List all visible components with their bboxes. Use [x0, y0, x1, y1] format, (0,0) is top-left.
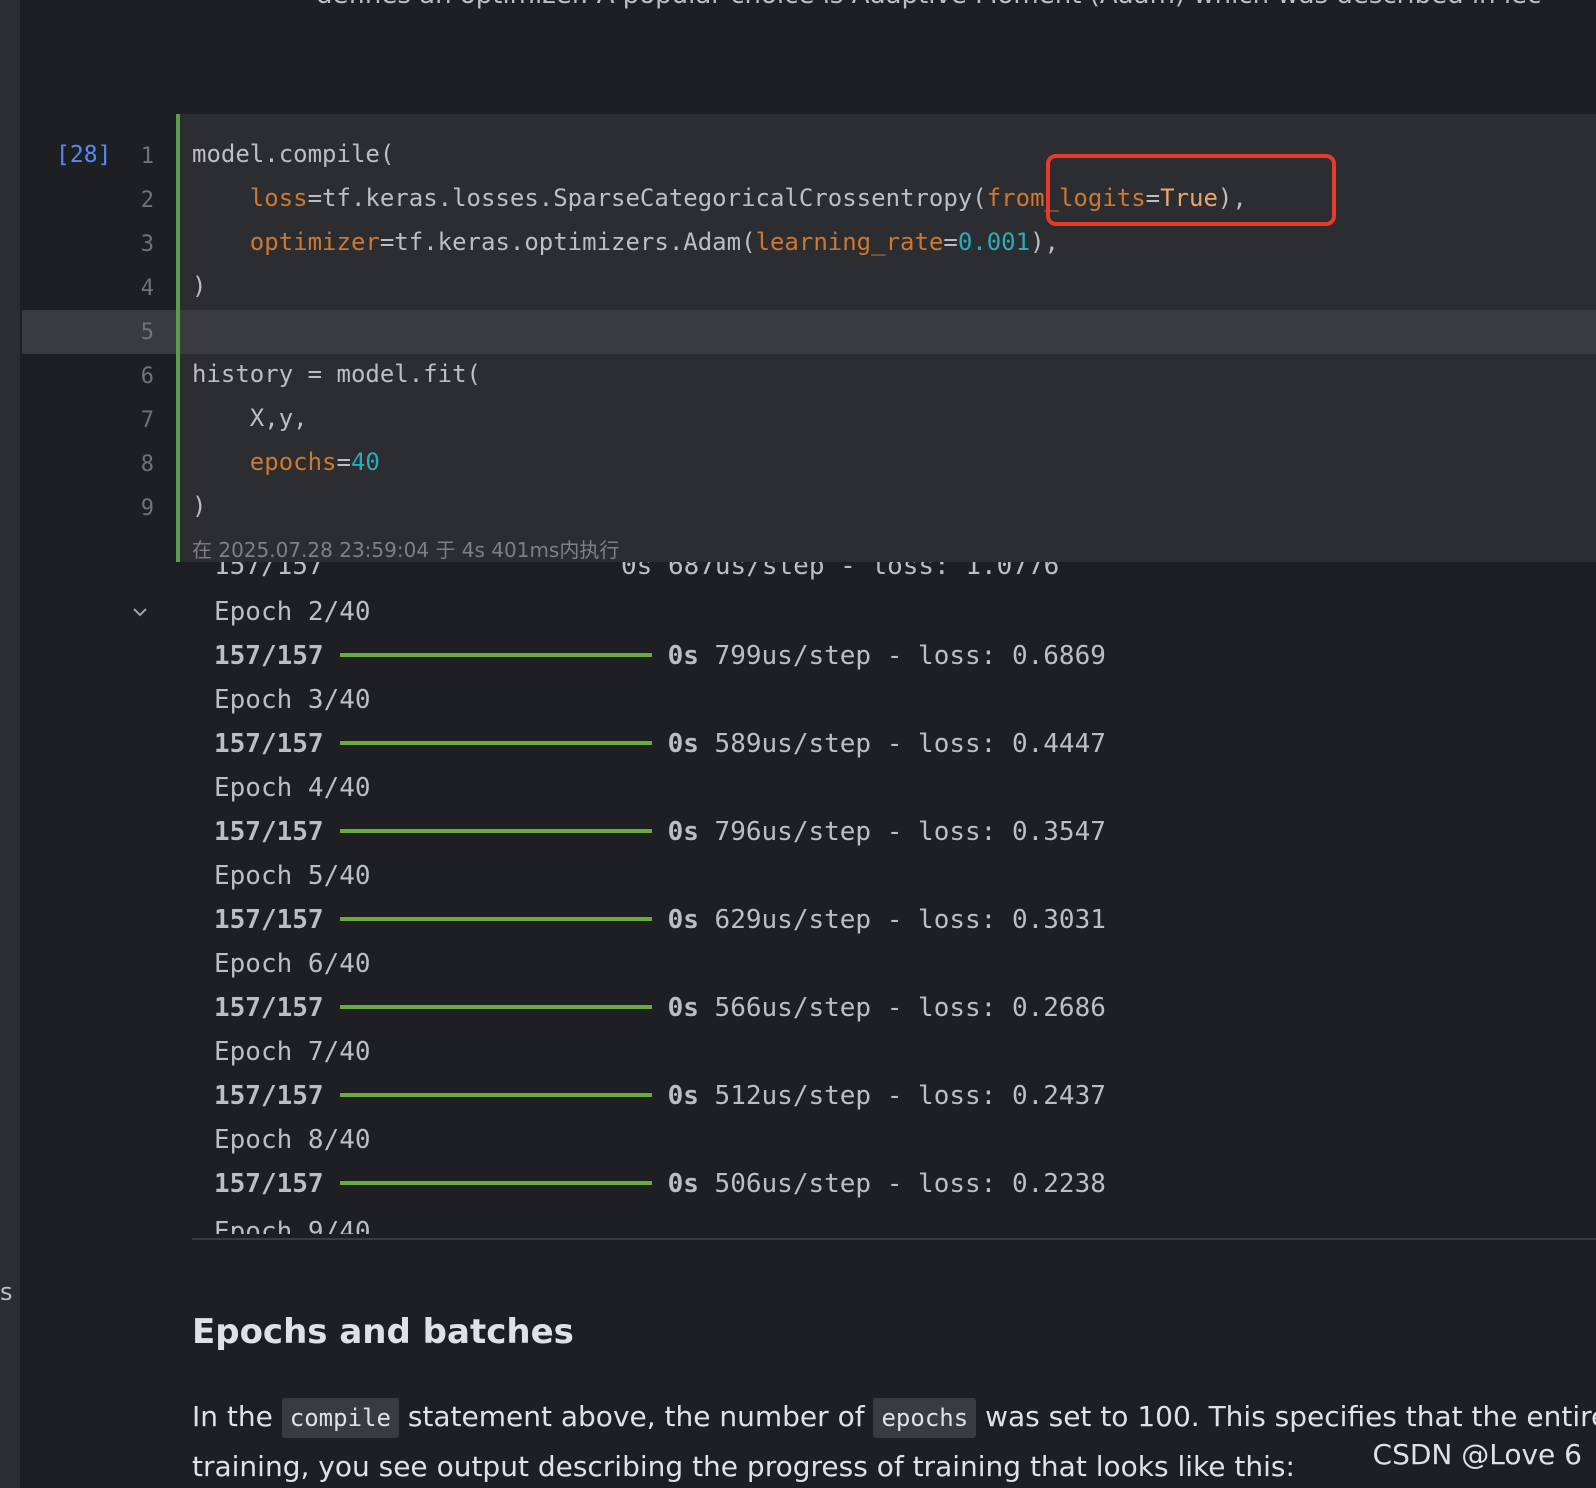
progress-line: 157/157 0s 589us/step - loss: 0.4447 [214, 729, 1106, 759]
progress-bar [339, 1180, 652, 1185]
inline-code: epochs [873, 1398, 977, 1438]
progress-line: 157/157 0s 566us/step - loss: 0.2686 [214, 993, 1106, 1023]
epoch-label: Epoch 7/40 [214, 1037, 371, 1067]
output-line-partial: 157/157 0s 687us/step - loss: 1.0776 [214, 562, 1060, 581]
output-separator [192, 1238, 1596, 1240]
line-number: 1 [140, 144, 154, 169]
code-line[interactable]: model.compile( [192, 140, 394, 168]
current-line-highlight-inner [180, 310, 1596, 354]
execution-count: [28] [56, 142, 112, 168]
code-line[interactable]: ) [192, 272, 206, 300]
line-number: 5 [140, 320, 154, 345]
inline-code: compile [281, 1398, 399, 1438]
progress-line: 157/157 0s 506us/step - loss: 0.2238 [214, 1169, 1106, 1199]
progress-bar [339, 652, 652, 657]
watermark: CSDN @Love 6 [1366, 1438, 1582, 1471]
progress-line: 157/157 0s 629us/step - loss: 0.3031 [214, 905, 1106, 935]
line-number: 6 [140, 364, 154, 389]
code-line[interactable]: optimizer=tf.keras.optimizers.Adam(learn… [192, 228, 1059, 256]
chevron-down-icon[interactable] [130, 602, 150, 622]
epoch-label: Epoch 6/40 [214, 949, 371, 979]
progress-bar [339, 1004, 652, 1009]
epoch-label: Epoch 4/40 [214, 773, 371, 803]
output-line-partial: Epoch 9/40 [214, 1217, 371, 1234]
epoch-label: Epoch 5/40 [214, 861, 371, 891]
epoch-label: Epoch 3/40 [214, 685, 371, 715]
line-number: 2 [140, 188, 154, 213]
code-line[interactable]: X,y, [192, 404, 308, 432]
markdown-paragraph: training, you see output describing the … [192, 1450, 1295, 1483]
code-line[interactable]: history = model.fit( [192, 360, 481, 388]
line-number: 8 [140, 452, 154, 477]
line-number: 9 [140, 496, 154, 521]
progress-bar [339, 828, 652, 833]
code-line[interactable]: ) [192, 492, 206, 520]
progress-bar [339, 1092, 652, 1097]
markdown-top-text: defines an optimizer. A popular choice i… [316, 0, 1541, 10]
markdown-paragraph: In the compile statement above, the numb… [192, 1398, 1596, 1438]
line-number: 7 [140, 408, 154, 433]
left-panel-strip [0, 0, 20, 1488]
progress-bar [339, 740, 652, 745]
progress-line: 157/157 0s 796us/step - loss: 0.3547 [214, 817, 1106, 847]
line-number: 3 [140, 232, 154, 257]
progress-line: 157/157 0s 799us/step - loss: 0.6869 [214, 641, 1106, 671]
progress-line: 157/157 0s 512us/step - loss: 0.2437 [214, 1081, 1106, 1111]
cell-output[interactable]: 157/157 0s 687us/step - loss: 1.0776 Epo… [192, 562, 1596, 1234]
progress-bar [339, 916, 652, 921]
left-strip-glyph: s [0, 1278, 13, 1306]
epoch-label: Epoch 2/40 [214, 597, 371, 627]
code-line[interactable]: epochs=40 [192, 448, 380, 476]
epoch-label: Epoch 8/40 [214, 1125, 371, 1155]
execution-info: 在 2025.07.28 23:59:04 于 4s 401ms内执行 [192, 538, 620, 562]
red-highlight-annotation [1046, 154, 1336, 226]
line-number: 4 [140, 276, 154, 301]
markdown-heading: Epochs and batches [192, 1312, 574, 1352]
